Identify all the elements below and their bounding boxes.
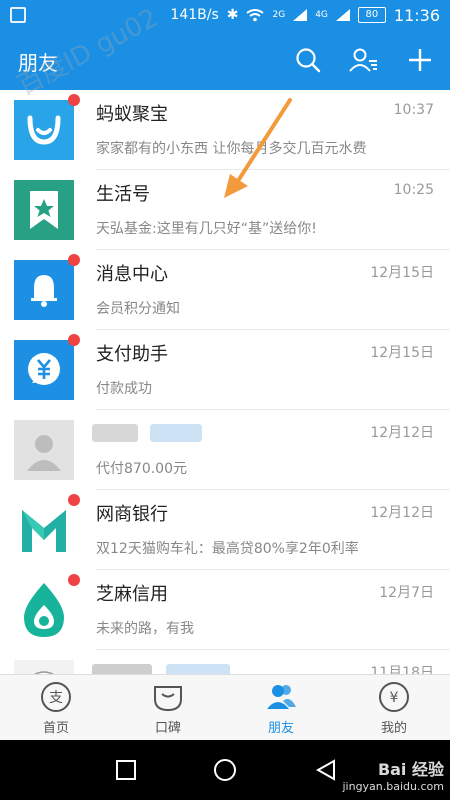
- sim1-label: 2G: [272, 10, 286, 20]
- sim2-label: 4G: [315, 10, 328, 20]
- bookmark-star-icon: [30, 191, 58, 229]
- chat-time: 10:37: [393, 102, 434, 118]
- unread-dot: [68, 574, 80, 586]
- chat-row-message-center[interactable]: 消息中心 12月15日 会员积分通知: [0, 250, 450, 330]
- mybank-logo-icon: [22, 510, 66, 552]
- chat-row-pay-helper[interactable]: 支付助手 12月15日 付款成功: [0, 330, 450, 410]
- battery-icon: 80: [357, 7, 386, 23]
- chat-time: 12月12日: [370, 425, 434, 441]
- chat-name: 生活号: [96, 184, 150, 205]
- chat-name: 支付助手: [96, 344, 168, 365]
- contact-avatar: [14, 420, 74, 480]
- home-icon: 支: [41, 682, 71, 712]
- tab-label: 口碑: [154, 721, 181, 736]
- chat-time: 12月7日: [379, 585, 434, 601]
- search-button[interactable]: [290, 42, 326, 78]
- chat-time: 11月18日: [370, 665, 434, 674]
- unread-dot: [68, 254, 80, 266]
- home-nav-icon[interactable]: [213, 758, 237, 782]
- chat-time: 12月15日: [370, 265, 434, 281]
- mybank-avatar: [14, 500, 74, 560]
- chat-name: 消息中心: [96, 264, 168, 285]
- yuan-bubble-icon: [28, 353, 60, 385]
- add-button[interactable]: [402, 42, 438, 78]
- status-right: 141B/s ✱ 2G 4G 80 11:36: [170, 4, 440, 26]
- tab-home[interactable]: 支 首页: [0, 675, 112, 741]
- chat-name: 芝麻信用: [96, 584, 168, 605]
- blurred-name: [92, 424, 138, 442]
- unread-dot: [68, 94, 80, 106]
- sesame-avatar: [14, 580, 74, 640]
- tab-label: 首页: [42, 721, 69, 736]
- blurred-name: [92, 664, 152, 674]
- contacts-icon: [349, 48, 377, 72]
- svg-text:支: 支: [49, 690, 63, 706]
- contacts-button[interactable]: [346, 42, 382, 78]
- signal-icon: [293, 9, 308, 21]
- bell-icon: [31, 275, 57, 307]
- chat-row-sesame[interactable]: 芝麻信用 12月7日 未来的路，有我: [0, 570, 450, 650]
- unread-dot: [68, 334, 80, 346]
- status-bar: 141B/s ✱ 2G 4G 80 11:36: [0, 0, 450, 30]
- friends-icon: [267, 685, 296, 709]
- network-speed: 141B/s: [170, 7, 219, 23]
- tab-label: 我的: [380, 721, 407, 736]
- plus-icon: [409, 49, 431, 71]
- koubei-icon: [154, 686, 182, 712]
- life-account-avatar: [14, 180, 74, 240]
- wifi-icon: [246, 9, 265, 22]
- person-icon: [27, 435, 61, 471]
- chat-time: 10:25: [393, 182, 434, 198]
- chat-time: 12月15日: [370, 345, 434, 361]
- pay-helper-avatar: [14, 340, 74, 400]
- gallery-icon: [10, 7, 26, 23]
- bottom-tab-bar: 支 首页 口碑 朋友 ¥ 我的: [0, 674, 450, 740]
- chat-preview: 付款成功: [96, 381, 152, 397]
- chat-preview: 天弘基金:这里有几只好“基”送给你!: [96, 221, 317, 237]
- sesame-drop-icon: [24, 583, 64, 637]
- blurred-name: [166, 664, 230, 674]
- tab-friends[interactable]: 朋友: [225, 675, 337, 741]
- clock: 11:36: [393, 5, 440, 25]
- signal-icon-2: [335, 9, 350, 21]
- chat-name: 蚂蚁聚宝: [96, 104, 168, 125]
- chat-time: 12月12日: [370, 505, 434, 521]
- tab-koubei[interactable]: 口碑: [112, 675, 224, 741]
- ant-fortune-icon: [27, 115, 61, 145]
- unread-dot: [68, 494, 80, 506]
- chat-preview: 双12天猫购车礼：最高贷80%享2年0利率: [96, 541, 359, 557]
- tab-label: 朋友: [267, 721, 294, 736]
- tab-mine[interactable]: ¥ 我的: [338, 675, 450, 741]
- recents-icon[interactable]: [114, 758, 138, 782]
- chat-preview: 未来的路，有我: [96, 621, 194, 637]
- svg-text:¥: ¥: [390, 690, 399, 706]
- appbar-actions: [290, 42, 438, 78]
- mine-icon: ¥: [379, 682, 409, 712]
- chat-row-mybank[interactable]: 网商银行 12月12日 双12天猫购车礼：最高贷80%享2年0利率: [0, 490, 450, 570]
- chat-preview: 会员积分通知: [96, 301, 180, 317]
- chat-row-cartoon[interactable]: 11月18日: [0, 650, 450, 674]
- watermark-line1: Bai 经验: [377, 760, 444, 779]
- search-icon: [296, 48, 321, 73]
- cartoon-face-icon: [34, 671, 54, 674]
- watermark-line2: jingyan.baidu.com: [342, 780, 444, 793]
- cartoon-avatar: [14, 660, 74, 674]
- back-nav-icon[interactable]: [314, 758, 338, 782]
- message-center-avatar: [14, 260, 74, 320]
- ant-fortune-avatar: [14, 100, 74, 160]
- chat-preview: 代付870.00元: [96, 461, 187, 477]
- bluetooth-icon: ✱: [226, 7, 239, 23]
- blurred-name: [150, 424, 202, 442]
- baidu-watermark: Bai 经验 jingyan.baidu.com: [342, 756, 444, 793]
- chat-row-contact[interactable]: 12月12日 代付870.00元: [0, 410, 450, 490]
- annotation-arrow: [224, 98, 292, 198]
- chat-name: 网商银行: [96, 504, 168, 525]
